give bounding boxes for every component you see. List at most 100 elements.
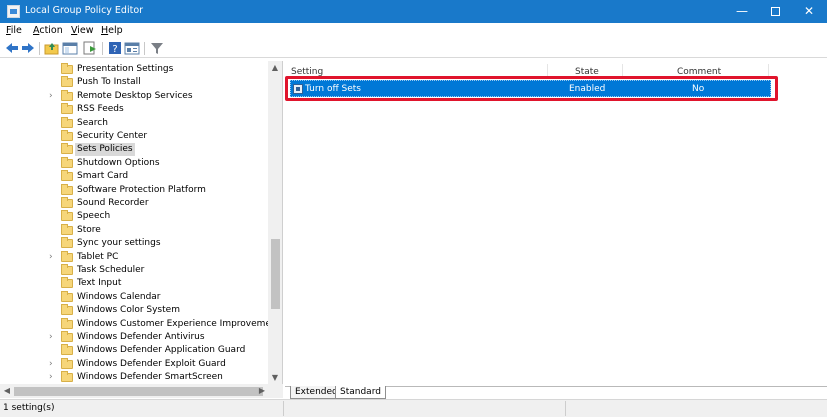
export-list-icon[interactable] (82, 41, 98, 55)
highlight-box (285, 76, 778, 101)
tree-item-label: Security Center (77, 131, 148, 141)
tree-item[interactable]: Task Scheduler (0, 264, 268, 277)
folder-icon (61, 156, 73, 168)
tree-item[interactable]: Smart Card (0, 170, 268, 183)
tree-vertical-scrollbar[interactable]: ▲ ▼ (268, 61, 282, 384)
tab-standard[interactable]: Standard (335, 386, 386, 399)
chevron-right-icon[interactable]: › (49, 331, 53, 344)
folder-icon (61, 116, 73, 128)
tree-item-label: Text Input (77, 278, 122, 289)
window-title: Local Group Policy Editor (25, 5, 144, 16)
tree-item[interactable]: Windows Customer Experience Improvement … (0, 317, 282, 331)
tree-item-label: Software Protection Platform (77, 184, 206, 195)
menu-bar: File Action View Help (0, 23, 827, 39)
scroll-down-icon[interactable]: ▼ (268, 373, 282, 382)
menu-view[interactable]: View (71, 25, 94, 36)
app-icon (7, 5, 20, 18)
tree-item[interactable]: › Windows Defender SmartScreen (0, 371, 268, 384)
tree-item[interactable]: Sound Recorder (0, 197, 268, 210)
menu-action[interactable]: Action (33, 25, 63, 36)
tree-item[interactable]: Sets Policies (0, 143, 268, 157)
folder-icon (61, 304, 73, 316)
maximize-button[interactable] (757, 0, 793, 23)
menu-help[interactable]: Help (101, 25, 123, 36)
tree-item[interactable]: Speech (0, 210, 268, 223)
chevron-right-icon[interactable]: › (49, 90, 53, 103)
tree-item[interactable]: Presentation Settings (0, 63, 268, 76)
scroll-right-icon[interactable]: ▶ (256, 384, 268, 398)
tree-item[interactable]: RSS Feeds (0, 103, 268, 116)
filter-icon[interactable] (149, 41, 165, 55)
forward-icon[interactable] (20, 41, 36, 55)
tree-item[interactable]: Shutdown Options (0, 156, 268, 170)
maximize-icon (770, 7, 780, 16)
toolbar-divider (144, 42, 145, 55)
tree-pane[interactable]: Presentation Settings Push To Install › Rem… (0, 61, 283, 398)
minimize-button[interactable]: — (724, 0, 760, 23)
tree-item-label: Task Scheduler (77, 265, 145, 275)
chevron-right-icon[interactable]: › (49, 371, 53, 384)
folder-icon (61, 264, 73, 275)
tree-item[interactable]: Text Input (0, 277, 268, 290)
svg-text:?: ? (112, 44, 117, 55)
folder-icon (61, 331, 73, 342)
tree-item[interactable]: Windows Defender Application Guard (0, 344, 268, 357)
tree-item[interactable]: Store (0, 223, 268, 237)
tree-item-label: Windows Calendar (77, 291, 161, 302)
folder-icon (61, 143, 73, 155)
tree-item[interactable]: Search (0, 116, 268, 130)
show-hide-tree-icon[interactable] (62, 41, 78, 55)
status-divider (283, 401, 284, 416)
tree-item-label: Smart Card (77, 171, 129, 182)
scrollbar-thumb[interactable] (14, 387, 263, 396)
folder-icon (61, 277, 73, 289)
toolbar-divider (39, 42, 40, 55)
folder-icon (61, 170, 73, 182)
properties-icon[interactable] (124, 41, 140, 55)
tree-item[interactable]: › Tablet PC (0, 250, 268, 264)
back-icon[interactable] (4, 41, 20, 55)
toolbar-divider (102, 42, 103, 55)
help-icon[interactable]: ? (107, 41, 123, 55)
folder-icon (61, 250, 73, 262)
tree-horizontal-scrollbar[interactable]: ◀ ▶ (0, 384, 283, 398)
tree-item[interactable]: Sync your settings (0, 237, 268, 250)
chevron-right-icon[interactable]: › (49, 251, 53, 264)
tree-item-label: Shutdown Options (77, 157, 160, 168)
folder-icon (61, 223, 73, 235)
tree-item[interactable]: › Windows Defender Exploit Guard (0, 357, 268, 371)
folder-icon (61, 183, 73, 195)
tree-item-label: Windows Defender Application Guard (77, 345, 246, 356)
chevron-right-icon[interactable]: › (49, 358, 53, 371)
tree-item[interactable]: Software Protection Platform (0, 183, 268, 197)
tree-item[interactable]: Windows Color System (0, 304, 268, 317)
folder-icon (61, 237, 73, 249)
tree-item-label: Speech (77, 211, 111, 222)
up-folder-icon[interactable] (44, 41, 60, 55)
scroll-up-icon[interactable]: ▲ (268, 63, 282, 72)
status-text: 1 setting(s) (3, 403, 55, 413)
tree-item-label: Tablet PC (77, 251, 119, 262)
folder-icon (61, 197, 73, 208)
tree-item[interactable]: › Windows Defender Antivirus (0, 331, 268, 344)
folder-icon (61, 344, 73, 356)
tree-item[interactable]: › Remote Desktop Services (0, 89, 268, 103)
close-button[interactable]: ✕ (791, 0, 827, 23)
tree-item[interactable]: Push To Install (0, 76, 268, 89)
scroll-left-icon[interactable]: ◀ (1, 384, 13, 398)
tree-item-label: Windows Defender Exploit Guard (77, 358, 226, 369)
folder-icon (61, 103, 73, 115)
menu-file[interactable]: File (6, 25, 22, 36)
tree-item-label: Sets Policies (75, 143, 135, 157)
folder-icon (61, 76, 73, 88)
detail-pane (285, 61, 827, 386)
folder-icon (61, 130, 73, 141)
tree-item-label: Remote Desktop Services (77, 90, 193, 101)
tree-item[interactable]: Windows Calendar (0, 290, 268, 304)
tree-item-label: Presentation Settings (77, 64, 174, 74)
folder-icon (61, 89, 73, 101)
folder-icon (61, 357, 73, 369)
tree-item[interactable]: Security Center (0, 130, 268, 143)
folder-icon (61, 317, 73, 329)
scrollbar-thumb[interactable] (271, 239, 280, 309)
